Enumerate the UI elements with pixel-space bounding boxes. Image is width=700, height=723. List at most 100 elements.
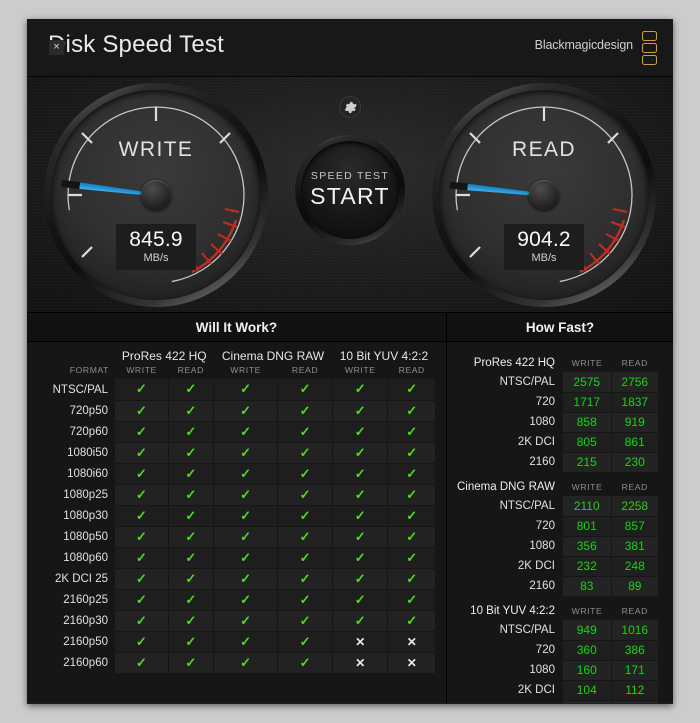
check-icon: ✓ (240, 654, 252, 670)
check-icon: ✓ (135, 591, 147, 607)
table-row: 2160 215 230 (457, 452, 660, 473)
table-row: NTSC/PAL 2110 2258 (457, 496, 660, 517)
row-format-label: 2160 (529, 580, 555, 592)
read-value: 904.2 (517, 227, 571, 251)
support-cell-4-2: ✓ (213, 463, 279, 485)
table-row: 1080i50 ✓ ✓ ✓ ✓ ✓ ✓ (37, 442, 436, 464)
check-icon: ✓ (240, 444, 252, 460)
read-speed-1-3: 248 (611, 556, 660, 577)
how-fast-group-header: 10 Bit YUV 4:2:2 WRITE READ (457, 596, 659, 620)
support-cell-7-5: ✓ (387, 526, 436, 548)
support-cell-4-1: ✓ (168, 463, 215, 485)
cross-icon: ✕ (406, 634, 417, 649)
check-icon: ✓ (299, 549, 311, 565)
support-cell-11-4: ✓ (332, 610, 389, 632)
row-format-label: 2160p30 (63, 614, 108, 627)
row-format-label: 1080p50 (63, 530, 108, 543)
write-gauge-face: WRITE 845.9 MB/s (51, 90, 261, 300)
will-it-work-title: Will It Work? (27, 313, 446, 342)
check-icon: ✓ (240, 570, 252, 586)
table-row: 1080p60 ✓ ✓ ✓ ✓ ✓ ✓ (37, 547, 436, 569)
close-icon[interactable]: × (49, 40, 64, 55)
check-icon: ✓ (406, 381, 418, 397)
support-cell-6-3: ✓ (277, 505, 333, 527)
check-icon: ✓ (354, 444, 366, 460)
support-cell-1-5: ✓ (387, 400, 436, 422)
row-format-label: 720 (535, 396, 555, 408)
support-cell-9-3: ✓ (277, 568, 333, 590)
support-cell-12-0: ✓ (115, 631, 169, 653)
check-icon: ✓ (406, 402, 418, 418)
support-cell-5-5: ✓ (387, 484, 436, 506)
support-cell-6-1: ✓ (168, 505, 215, 527)
gear-icon[interactable] (339, 96, 361, 118)
check-icon: ✓ (185, 591, 197, 607)
check-icon: ✓ (135, 465, 147, 481)
write-speed-2-1: 360 (562, 640, 612, 661)
support-cell-5-3: ✓ (277, 484, 333, 506)
write-speed-1-4: 83 (562, 576, 612, 597)
how-fast-panel: How Fast? ProRes 422 HQ WRITE READ NTSC/PAL… (447, 313, 673, 704)
support-cell-10-4: ✓ (332, 589, 389, 611)
support-cell-8-4: ✓ (332, 547, 389, 569)
check-icon: ✓ (299, 612, 311, 628)
page-title: Disk Speed Test (48, 31, 224, 58)
table-row: 1080p50 ✓ ✓ ✓ ✓ ✓ ✓ (37, 526, 436, 548)
write-speed-1-2: 356 (562, 536, 612, 557)
support-cell-0-1: ✓ (168, 379, 215, 401)
check-icon: ✓ (135, 486, 147, 502)
table-row: 1080 356 381 (457, 536, 660, 557)
support-cell-10-0: ✓ (115, 589, 169, 611)
subheader-2-0: WRITE (344, 365, 376, 375)
check-icon: ✓ (135, 633, 147, 649)
support-cell-8-3: ✓ (277, 547, 333, 569)
support-cell-10-1: ✓ (168, 589, 215, 611)
support-cell-9-0: ✓ (115, 568, 169, 590)
subheader-0-0: WRITE (126, 365, 157, 375)
support-cell-1-2: ✓ (213, 400, 279, 422)
check-icon: ✓ (185, 381, 197, 397)
support-cell-3-5: ✓ (387, 442, 436, 464)
speed-test-start-button[interactable]: SPEED TEST START (295, 135, 405, 245)
read-gauge-face: READ 904.2 MB/s (439, 90, 649, 300)
support-cell-12-4: ✕ (332, 631, 389, 653)
support-cell-9-1: ✓ (168, 568, 215, 590)
table-row: 1080i60 ✓ ✓ ✓ ✓ ✓ ✓ (37, 463, 436, 485)
check-icon: ✓ (135, 654, 147, 670)
support-cell-12-3: ✓ (277, 631, 333, 653)
support-cell-9-4: ✓ (332, 568, 389, 590)
will-it-work-subheader-row: FORMAT WRITE READ WRITE READ WRITE READ (37, 365, 436, 379)
row-format-label: NTSC/PAL (499, 500, 555, 512)
row-format-label: 2K DCI 25 (54, 572, 108, 585)
write-speed-2-4: 38 (562, 700, 612, 704)
group-read-header-1: READ (621, 482, 648, 493)
read-speed-1-4: 89 (611, 576, 660, 597)
write-speed-0-4: 215 (562, 452, 612, 473)
start-button-line1: SPEED TEST (310, 170, 390, 182)
check-icon: ✓ (406, 486, 418, 502)
support-cell-13-5: ✕ (387, 652, 436, 674)
write-speed-0-2: 858 (562, 412, 612, 433)
check-icon: ✓ (185, 570, 197, 586)
read-speed-1-2: 381 (611, 536, 660, 557)
support-cell-1-4: ✓ (332, 400, 389, 422)
table-row: 2160p60 ✓ ✓ ✓ ✓ ✕ ✕ (37, 652, 436, 674)
subheader-1-0: WRITE (230, 365, 261, 375)
read-speed-1-1: 857 (611, 516, 660, 537)
read-speed-2-3: 112 (611, 680, 660, 701)
check-icon: ✓ (135, 381, 147, 397)
row-format-label: 720 (535, 644, 555, 656)
check-icon: ✓ (240, 633, 252, 649)
desktop-background: × Disk Speed Test Blackmagicdesign WRITE… (0, 0, 700, 723)
write-readout: 845.9 MB/s (116, 223, 196, 270)
support-cell-7-1: ✓ (168, 526, 215, 548)
check-icon: ✓ (135, 549, 147, 565)
codec-header-1: Cinema DNG RAW (221, 349, 325, 363)
table-row: 2160 83 89 (457, 576, 660, 597)
support-cell-1-1: ✓ (168, 400, 215, 422)
table-row: 1080 858 919 (457, 412, 660, 433)
check-icon: ✓ (185, 423, 197, 439)
row-format-label: NTSC/PAL (499, 376, 555, 388)
gear-glyph (344, 101, 357, 113)
check-icon: ✓ (135, 612, 147, 628)
